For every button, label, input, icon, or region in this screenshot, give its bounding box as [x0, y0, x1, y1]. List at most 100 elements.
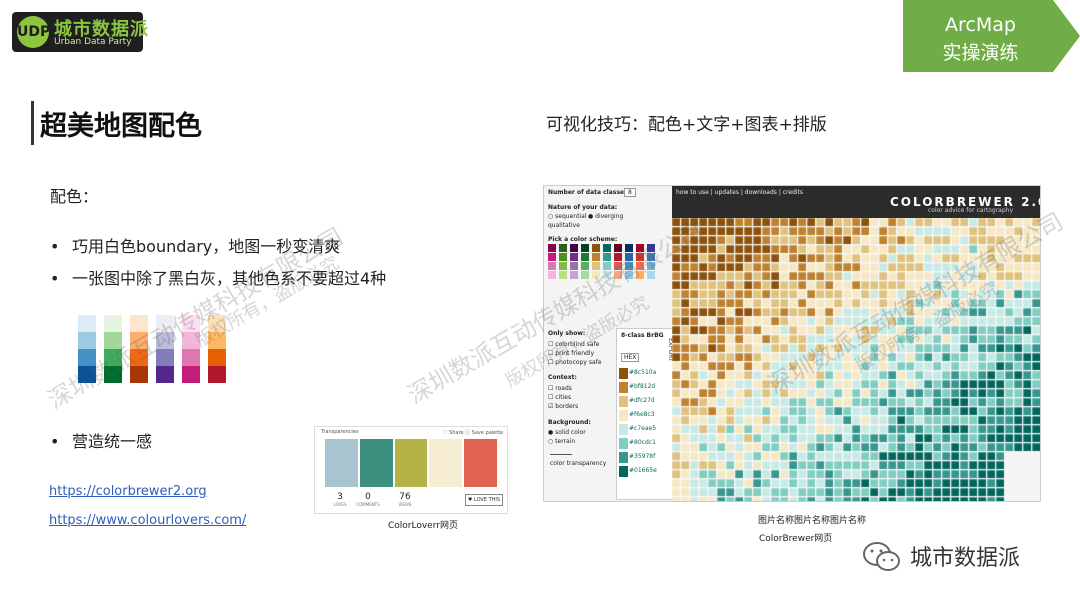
brand-logo: UDP 城市数据派 Urban Data Party	[12, 12, 148, 52]
tag-line-2: 实操演练	[942, 42, 1019, 64]
logo-badge-icon: UDP	[17, 16, 50, 48]
tag-line-1: ArcMap	[945, 14, 1016, 36]
cb-hex-value: #01665e	[629, 467, 657, 474]
cb-scheme-cell[interactable]	[559, 262, 567, 270]
bullet-item: • 营造统一感	[50, 432, 153, 451]
cb-scheme-cell[interactable]	[559, 253, 567, 261]
cb-nature-diverging[interactable]: ● diverging	[588, 213, 623, 220]
cb-scheme-cell[interactable]	[581, 262, 589, 270]
cb-hex-swatch	[619, 368, 628, 379]
palette-swatch	[78, 332, 96, 349]
cb-scheme-cell[interactable]	[570, 262, 578, 270]
colourlovers-caption: ColorLoverr网页	[388, 521, 458, 531]
cb-scheme-label: Pick a color scheme:	[548, 236, 618, 243]
section-label: 配色：	[50, 187, 99, 206]
cl-color-swatch[interactable]	[359, 439, 393, 487]
cb-scheme-cell[interactable]	[570, 244, 578, 252]
cl-color-swatch[interactable]	[429, 439, 463, 487]
cb-class-title: 8-class BrBG	[621, 332, 664, 339]
cb-scheme-cell[interactable]	[559, 271, 567, 279]
cb-ctx-borders[interactable]: ☑ borders	[548, 403, 578, 410]
cb-classes-select[interactable]: 8	[624, 188, 636, 197]
cb-nature-label: Nature of your data:	[548, 204, 618, 211]
palette-swatch	[156, 366, 174, 383]
palette-swatch	[208, 366, 226, 383]
cb-scheme-cell[interactable]	[592, 244, 600, 252]
colorbrewer-screenshot: Number of data classes: 8 Nature of your…	[543, 185, 1041, 502]
cb-transparency-slider[interactable]	[550, 454, 572, 455]
title-accent-bar	[31, 101, 34, 145]
slide-title: 超美地图配色	[40, 111, 202, 142]
slide-subtitle: 可视化技巧：配色+文字+图表+排版	[546, 115, 827, 135]
cb-hex-row[interactable]: #01665e	[619, 466, 657, 477]
palette-swatch	[104, 315, 122, 332]
colorbrewer-caption-2: ColorBrewer网页	[759, 534, 833, 544]
cb-ctx-cities[interactable]: ☐ cities	[548, 394, 571, 401]
cb-bg-solid[interactable]: ● solid color	[548, 429, 586, 436]
wechat-icon	[863, 542, 900, 571]
cb-hex-value: #80cdc1	[629, 439, 656, 446]
cb-context-label: Context:	[548, 374, 577, 381]
cl-stat-views: 76 VIEWS	[398, 492, 412, 507]
cb-hex-row[interactable]: #80cdc1	[619, 438, 656, 449]
cb-transparency-label: color transparency	[550, 460, 607, 467]
cb-hex-value: #c7eae5	[629, 425, 657, 432]
section-tag: ArcMap 实操演练	[903, 0, 1080, 72]
cb-format-select[interactable]: HEX	[621, 353, 640, 362]
palette-swatch	[78, 315, 96, 332]
cb-scheme-cell[interactable]	[548, 271, 556, 279]
cl-color-swatch[interactable]	[325, 439, 358, 487]
cb-scheme-cell[interactable]	[614, 244, 622, 252]
palette-swatch	[208, 349, 226, 366]
cb-scheme-cell[interactable]	[603, 244, 611, 252]
cb-scheme-cell[interactable]	[548, 262, 556, 270]
cb-nav-links[interactable]: how to use | updates | downloads | credi…	[676, 189, 803, 196]
cb-hex-value: #35978f	[629, 453, 656, 460]
cb-hex-row[interactable]: #dfc27d	[619, 396, 655, 407]
cb-hex-swatch	[619, 466, 628, 477]
cb-hex-swatch	[619, 438, 628, 449]
cb-nature-sequential[interactable]: ○ sequential	[548, 213, 586, 220]
colorbrewer-link[interactable]: https://colorbrewer2.org	[49, 484, 207, 499]
cb-scheme-cell[interactable]	[592, 253, 600, 261]
palette-swatch	[182, 366, 200, 383]
cl-color-swatch[interactable]	[464, 439, 497, 487]
cb-hex-swatch	[619, 424, 628, 435]
palette-swatch	[182, 349, 200, 366]
cl-palette	[325, 439, 499, 487]
cb-classes-label: Number of data classes:	[548, 189, 630, 196]
cb-hex-swatch	[619, 452, 628, 463]
colourlovers-screenshot: Transparencies ♡ Share ⓘ Save palette 3L…	[314, 426, 508, 514]
cb-hex-swatch	[619, 382, 628, 393]
cb-hex-swatch	[619, 410, 628, 421]
love-this-button[interactable]: ♥ LOVE THIS	[465, 494, 503, 506]
cb-header: how to use | updates | downloads | credi…	[672, 186, 1040, 218]
colorbrewer-caption-1: 图片名称图片名称图片名称	[758, 516, 867, 526]
colourlovers-link[interactable]: https://www.colourlovers.com/	[49, 513, 246, 528]
cb-scheme-cell[interactable]	[570, 253, 578, 261]
wechat-account-name: 城市数据派	[910, 546, 1021, 571]
cb-hex-row[interactable]: #c7eae5	[619, 424, 657, 435]
cb-ctx-roads[interactable]: ☐ roads	[548, 385, 572, 392]
cl-stat-comments: 0 COMMENTS	[356, 492, 380, 507]
cb-hex-row[interactable]: #8c510a	[619, 368, 657, 379]
cb-hex-row[interactable]: #35978f	[619, 452, 656, 463]
cb-hex-value: #8c510a	[629, 369, 657, 376]
bullet-dot: •	[50, 269, 60, 288]
cb-hex-row[interactable]: #bf812d	[619, 382, 656, 393]
cb-hex-row[interactable]: #f6e8c3	[619, 410, 655, 421]
cb-scheme-cell[interactable]	[548, 244, 556, 252]
cb-hex-value: #f6e8c3	[629, 411, 655, 418]
cb-hex-swatch	[619, 396, 628, 407]
cb-scheme-cell[interactable]	[581, 253, 589, 261]
cb-hex-value: #bf812d	[629, 383, 656, 390]
cl-header-actions: ♡ Share ⓘ Save palette	[443, 430, 504, 436]
cb-hex-value: #dfc27d	[629, 397, 655, 404]
cl-color-swatch[interactable]	[394, 439, 428, 487]
cb-scheme-cell[interactable]	[581, 244, 589, 252]
cb-logo-sub: color advice for cartography	[928, 207, 1014, 214]
cb-nature-qualitative[interactable]: qualitative	[548, 222, 580, 229]
cb-scheme-cell[interactable]	[548, 253, 556, 261]
cb-scheme-cell[interactable]	[559, 244, 567, 252]
cb-bg-terrain[interactable]: ○ terrain	[548, 438, 575, 445]
